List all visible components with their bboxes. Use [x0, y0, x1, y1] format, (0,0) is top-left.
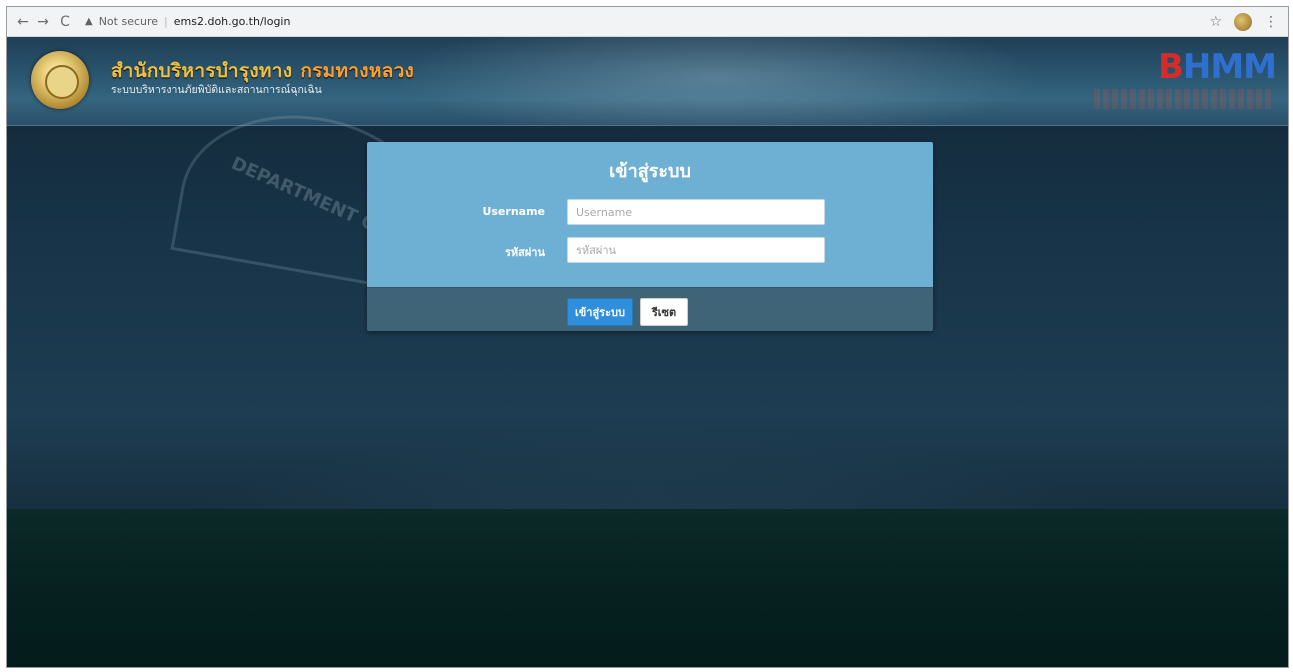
- reload-icon[interactable]: C: [55, 7, 75, 37]
- url-text[interactable]: ems2.doh.go.th/login: [174, 15, 291, 28]
- password-label: รหัสผ่าน: [504, 246, 545, 259]
- bookmark-star-icon[interactable]: ☆: [1209, 14, 1222, 30]
- org-title-bureau: สำนักบริหารบำรุงทาง: [111, 60, 293, 82]
- security-status: Not secure: [98, 15, 159, 28]
- browser-menu-icon[interactable]: ⋮: [1264, 14, 1278, 30]
- login-panel-footer: เข้าสู่ระบบ รีเซต: [367, 287, 933, 331]
- username-label: Username: [482, 205, 545, 218]
- reset-button[interactable]: รีเซต: [640, 298, 688, 326]
- bhmm-logo: BHMM: [1157, 47, 1277, 87]
- bhmm-logo-letters-hmm: HMM: [1182, 47, 1277, 87]
- org-title-department: กรมทางหลวง: [300, 60, 415, 82]
- browser-toolbar: ← → C ▲ Not secure | ems2.doh.go.th/logi…: [7, 7, 1288, 37]
- address-bar[interactable]: ▲ Not secure | ems2.doh.go.th/login: [85, 11, 290, 33]
- login-button[interactable]: เข้าสู่ระบบ: [567, 298, 633, 326]
- browser-window: ← → C ▲ Not secure | ems2.doh.go.th/logi…: [6, 6, 1289, 668]
- username-input[interactable]: [567, 199, 825, 225]
- address-separator: |: [164, 15, 168, 28]
- warning-triangle-icon: ▲: [85, 16, 93, 27]
- background-bottom-band: [7, 509, 1288, 667]
- login-title: เข้าสู่ระบบ: [609, 161, 691, 182]
- bhmm-logo-letter-b: B: [1157, 47, 1184, 87]
- header-highlight: [367, 37, 1067, 125]
- forward-arrow-icon[interactable]: →: [33, 7, 53, 37]
- login-panel-body: เข้าสู่ระบบ Username รหัสผ่าน: [367, 142, 933, 287]
- site-header: สำนักบริหารบำรุงทาง กรมทางหลวง ระบบบริหาร…: [7, 37, 1288, 126]
- system-subtitle: ระบบบริหารงานภัยพิบัติและสถานการณ์ฉุกเฉิ…: [111, 84, 322, 96]
- department-seal-icon: [31, 51, 89, 109]
- toolbar-actions: ☆ ⋮: [1209, 7, 1278, 37]
- password-input[interactable]: [567, 237, 825, 263]
- bhmm-logo-tagline: [1094, 89, 1274, 109]
- login-panel: เข้าสู่ระบบ Username รหัสผ่าน เข้าสู่ระบ…: [367, 142, 933, 331]
- profile-avatar-icon[interactable]: [1234, 13, 1252, 31]
- page-background: สำนักบริหารบำรุงทาง กรมทางหลวง ระบบบริหาร…: [7, 37, 1288, 667]
- back-arrow-icon[interactable]: ←: [13, 7, 33, 37]
